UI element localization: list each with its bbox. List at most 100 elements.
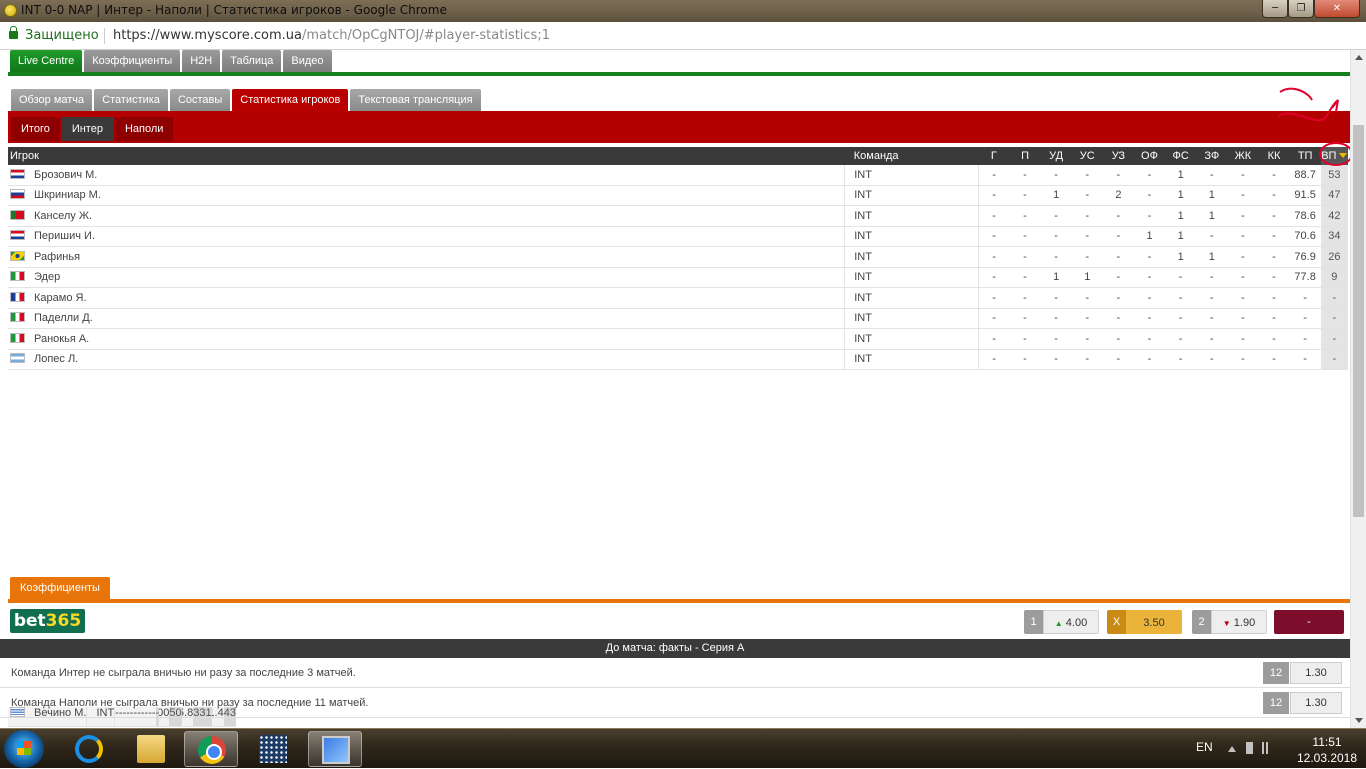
taskbar-chrome[interactable] xyxy=(184,731,238,767)
scrollbar-thumb[interactable] xyxy=(1353,125,1364,517)
column-header-goals[interactable]: Г xyxy=(978,147,1010,165)
fact-key[interactable]: 12 xyxy=(1263,692,1289,714)
tab-statistics[interactable]: Статистика xyxy=(94,89,168,111)
sort-desc-icon[interactable] xyxy=(1339,153,1348,158)
country-flag-icon xyxy=(10,353,25,364)
close-button[interactable]: ✕ xyxy=(1314,0,1360,18)
stat-cell-offsides: - xyxy=(1133,247,1166,268)
language-indicator[interactable]: EN xyxy=(1196,740,1213,754)
taskbar-paint[interactable] xyxy=(308,731,362,767)
player-name[interactable]: Ранокья А. xyxy=(34,333,89,345)
tab-text-commentary[interactable]: Текстовая трансляция xyxy=(350,89,481,111)
bet-button[interactable]: - xyxy=(1274,610,1344,634)
tab-player-statistics[interactable]: Статистика игроков xyxy=(232,89,349,111)
tab-video[interactable]: Видео xyxy=(283,50,332,72)
stat-cell-assists: - xyxy=(1009,185,1041,206)
stat-cell-minutes-played: 26 xyxy=(1320,247,1348,268)
stat-cell-shots: - xyxy=(1040,226,1072,247)
column-header-offsides[interactable]: ОФ xyxy=(1133,147,1166,165)
player-name[interactable]: Паделли Д. xyxy=(34,312,93,324)
bet365-logo[interactable]: bet365 xyxy=(10,609,85,633)
column-header-minutes-played[interactable]: ВП xyxy=(1320,147,1348,165)
fact-value[interactable]: 1.30 xyxy=(1290,662,1342,684)
start-button[interactable] xyxy=(4,730,44,768)
player-name[interactable]: Брозович М. xyxy=(34,169,97,181)
odds-section-tab[interactable]: Коэффициенты xyxy=(10,577,110,599)
table-row: Рафинья INT - - - - - -1 1- -76.9 26 xyxy=(8,247,1348,268)
trend-up-icon: ▲ xyxy=(1054,619,1063,628)
tab-table[interactable]: Таблица xyxy=(222,50,282,72)
stat-cell-red-cards: - xyxy=(1258,247,1290,268)
tab-h2h[interactable]: H2H xyxy=(182,50,221,72)
player-cell: Канселу Ж. xyxy=(8,206,845,227)
column-header-assists[interactable]: П xyxy=(1009,147,1041,165)
odd-away-value: 1.90 xyxy=(1233,617,1256,629)
taskbar-app[interactable] xyxy=(246,731,300,767)
network-icon[interactable] xyxy=(1262,742,1274,754)
scroll-down-icon[interactable] xyxy=(1355,718,1363,723)
team-tabs-bar xyxy=(8,111,1350,143)
tab-match-summary[interactable]: Обзор матча xyxy=(11,89,93,111)
odd-away[interactable]: 2 ▼ 1.90 xyxy=(1192,610,1267,634)
odd-draw[interactable]: X 3.50 xyxy=(1107,610,1182,634)
stat-cell-goals: - xyxy=(977,349,1010,370)
stat-cell-red-cards: - xyxy=(1258,185,1290,206)
column-header-shots[interactable]: УД xyxy=(1040,147,1072,165)
scroll-up-icon[interactable] xyxy=(1355,55,1363,60)
tab-lineups[interactable]: Составы xyxy=(169,89,231,111)
minimize-button[interactable]: ─ xyxy=(1262,0,1288,18)
tab-team-napoli[interactable]: Наполи xyxy=(114,117,174,141)
fact-text: Команда Наполи не сыграла вничью ни разу… xyxy=(11,697,369,709)
column-header-fouls-suffered[interactable]: ЗФ xyxy=(1196,147,1228,165)
fact-key[interactable]: 12 xyxy=(1263,662,1289,684)
tab-live-centre[interactable]: Live Centre xyxy=(10,50,83,72)
tab-odds[interactable]: Коэффициенты xyxy=(84,50,181,72)
stat-cell-assists: - xyxy=(1009,308,1041,329)
team-cell: INT xyxy=(844,288,979,309)
secure-label[interactable]: Защищено xyxy=(25,28,99,43)
column-header-player[interactable]: Игрок xyxy=(8,147,845,165)
top-tabs-underline xyxy=(8,72,1350,76)
player-name[interactable]: Канселу Ж. xyxy=(34,210,92,222)
stat-cell-offsides: - xyxy=(1133,329,1166,350)
taskbar-internet-explorer[interactable] xyxy=(62,731,116,767)
tab-team-inter[interactable]: Интер xyxy=(61,117,113,141)
player-stats-table: Игрок Команда Г П УД УС УЗ ОФ ФС ЗФ ЖК КК ТП ВП Брозо… xyxy=(8,147,1348,727)
stat-cell-yellow-cards: - xyxy=(1227,349,1259,370)
column-header-team[interactable]: Команда xyxy=(844,147,979,165)
url-text[interactable]: https://www.myscore.com.ua/match/OpCgNTO… xyxy=(113,28,550,43)
tray-expand-icon[interactable] xyxy=(1228,746,1236,752)
column-header-fouls-committed[interactable]: ФС xyxy=(1165,147,1197,165)
stat-cell-yellow-cards: - xyxy=(1227,308,1259,329)
player-name[interactable]: Лопес Л. xyxy=(34,353,78,365)
odd-home-value: 4.00 xyxy=(1065,617,1088,629)
address-bar[interactable]: Защищено https://www.myscore.com.ua/matc… xyxy=(0,22,1366,50)
stat-cell-pass-accuracy: - xyxy=(1289,329,1321,350)
player-name[interactable]: Эдер xyxy=(34,271,60,283)
table-row: Карамо Я. INT - - - - - - - - - - - - xyxy=(8,288,1348,309)
fact-value[interactable]: 1.30 xyxy=(1290,692,1342,714)
stat-cell-assists: - xyxy=(1009,288,1041,309)
stat-cell-fouls-committed: 1 xyxy=(1165,247,1197,268)
player-cell: Ранокья А. xyxy=(8,329,845,350)
odd-home[interactable]: 1 ▲ 4.00 xyxy=(1024,610,1099,634)
clock[interactable]: 11:51 12.03.2018 xyxy=(1296,734,1358,766)
column-header-shots-on-target[interactable]: УС xyxy=(1071,147,1103,165)
column-header-pass-accuracy[interactable]: ТП xyxy=(1289,147,1321,165)
column-header-blocked-shots[interactable]: УЗ xyxy=(1102,147,1134,165)
tab-team-total[interactable]: Итого xyxy=(11,117,60,141)
taskbar-file-explorer[interactable] xyxy=(124,731,178,767)
player-name[interactable]: Перишич И. xyxy=(34,230,95,242)
column-header-red-cards[interactable]: КК xyxy=(1258,147,1290,165)
player-name[interactable]: Рафинья xyxy=(34,251,80,263)
stat-cell-fouls-committed: - xyxy=(1165,349,1197,370)
stat-cell-yellow-cards: - xyxy=(1227,185,1259,206)
stat-cell-pass-accuracy: 78.6 xyxy=(1289,206,1321,227)
stat-cell-goals: - xyxy=(977,267,1010,288)
player-name[interactable]: Карамо Я. xyxy=(34,292,87,304)
column-header-yellow-cards[interactable]: ЖК xyxy=(1227,147,1259,165)
volume-icon[interactable] xyxy=(1246,742,1253,754)
maximize-button[interactable]: ❐ xyxy=(1288,0,1314,18)
player-name[interactable]: Шкриниар М. xyxy=(34,189,101,201)
page-scrollbar[interactable] xyxy=(1350,50,1366,728)
